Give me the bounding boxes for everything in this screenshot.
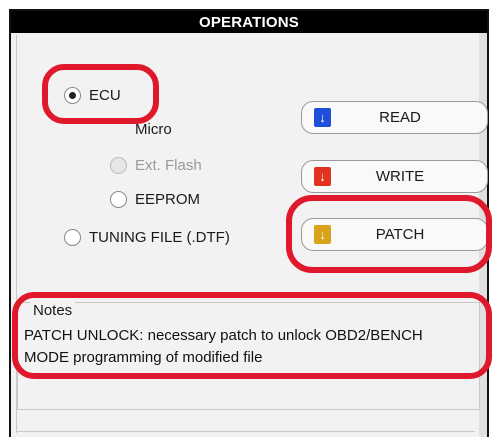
- divider: [16, 431, 475, 432]
- panel-header: OPERATIONS: [11, 11, 487, 33]
- notes-legend: Notes: [30, 302, 76, 320]
- radio-label: Micro: [135, 121, 172, 138]
- read-button-label: READ: [379, 109, 421, 126]
- notes-text: PATCH UNLOCK: necessary patch to unlock …: [24, 325, 479, 369]
- radio-button-icon[interactable]: [64, 229, 81, 246]
- write-button[interactable]: ↓ WRITE: [301, 160, 488, 193]
- patch-button-label: PATCH: [375, 226, 425, 243]
- notes-line: PATCH UNLOCK: necessary patch to unlock …: [24, 327, 423, 344]
- radio-ecu[interactable]: ECU: [64, 87, 121, 104]
- radio-button-icon[interactable]: [110, 191, 127, 208]
- write-button-label: WRITE: [375, 168, 425, 185]
- radio-tuning-file[interactable]: TUNING FILE (.DTF): [64, 229, 230, 246]
- panel-title: OPERATIONS: [198, 13, 300, 31]
- radio-eeprom[interactable]: EEPROM: [110, 191, 200, 208]
- patch-button[interactable]: ↓ PATCH: [301, 218, 488, 251]
- radio-label: Ext. Flash: [135, 157, 202, 174]
- download-arrow-icon: ↓: [314, 167, 331, 186]
- download-arrow-icon: ↓: [314, 108, 331, 127]
- notes-line: MODE programming of modified file: [24, 349, 263, 366]
- read-button[interactable]: ↓ READ: [301, 101, 488, 134]
- radio-ext-flash: Ext. Flash: [110, 157, 202, 174]
- radio-label: ECU: [89, 87, 121, 104]
- radio-micro[interactable]: Micro: [110, 121, 172, 138]
- radio-label: EEPROM: [135, 191, 201, 208]
- radio-button-icon: [110, 157, 127, 174]
- radio-button-icon[interactable]: [64, 87, 81, 104]
- download-arrow-icon: ↓: [314, 225, 331, 244]
- radio-label: TUNING FILE (.DTF): [89, 229, 230, 246]
